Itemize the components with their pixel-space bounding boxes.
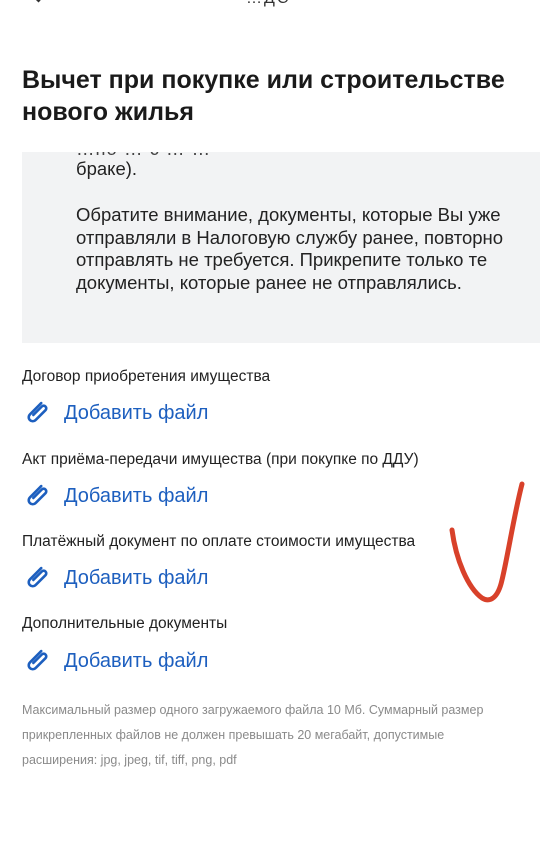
page-title: Вычет при покупке или строительстве ново…	[22, 66, 505, 126]
add-file-button-purchase-contract[interactable]: Добавить файл	[22, 398, 208, 428]
header-title: …ДС	[246, 0, 290, 8]
add-file-label: Добавить файл	[64, 649, 209, 672]
checkmark-icon	[449, 481, 525, 603]
info-panel: …по … с … … браке). Обратите внимание, д…	[22, 152, 540, 343]
add-file-button-payment-document[interactable]: Добавить файл	[22, 563, 208, 593]
doc-label-purchase-contract: Договор приобретения имущества	[22, 368, 271, 385]
doc-label-additional-documents: Дополнительные документы	[22, 615, 228, 632]
add-file-button-acceptance-act[interactable]: Добавить файл	[22, 481, 208, 511]
paperclip-icon	[27, 649, 48, 671]
paperclip-icon	[27, 566, 48, 588]
doc-label-acceptance-act: Акт приёма-передачи имущества (при покуп…	[22, 451, 419, 468]
paperclip-icon	[27, 484, 48, 506]
chevron-left-icon[interactable]	[26, 0, 51, 3]
add-file-label: Добавить файл	[64, 484, 209, 507]
upload-limits-note: Максимальный размер одного загружаемого …	[22, 703, 484, 767]
add-file-label: Добавить файл	[64, 566, 209, 589]
add-file-button-additional-documents[interactable]: Добавить файл	[22, 646, 208, 676]
paperclip-icon	[27, 401, 48, 423]
doc-label-payment-document: Платёжный документ по оплате стоимости и…	[22, 533, 416, 550]
info-line: браке).	[76, 158, 138, 179]
info-notice: Обратите внимание, документы, которые Вы…	[76, 204, 504, 293]
add-file-label: Добавить файл	[64, 401, 209, 424]
top-app-bar: …ДС	[0, 0, 540, 8]
